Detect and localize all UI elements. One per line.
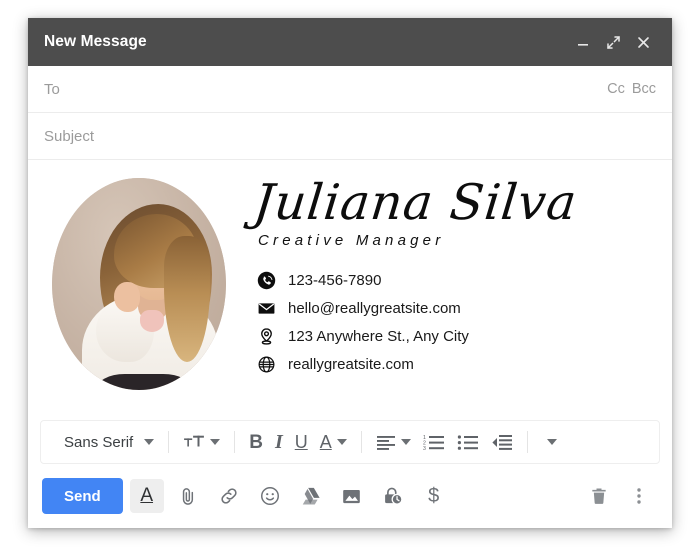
toolbar-divider bbox=[360, 431, 362, 453]
to-placeholder: To bbox=[44, 80, 60, 98]
toolbar-divider bbox=[168, 431, 170, 453]
chevron-down-icon bbox=[400, 439, 411, 445]
contact-row-phone: 123-456-7890 bbox=[257, 271, 656, 290]
google-drive-icon[interactable] bbox=[294, 479, 328, 513]
insert-signature-icon[interactable]: $ bbox=[417, 479, 451, 513]
globe-icon bbox=[257, 355, 276, 374]
contact-row-email: hello@reallygreatsite.com bbox=[257, 299, 656, 318]
more-options-icon[interactable] bbox=[622, 479, 656, 513]
phone-icon bbox=[257, 271, 276, 290]
send-button[interactable]: Send bbox=[42, 478, 123, 514]
font-family-label: Sans Serif bbox=[64, 433, 134, 451]
cc-bcc-group: Cc Bcc bbox=[607, 81, 656, 97]
insert-link-icon[interactable] bbox=[212, 479, 246, 513]
indent-less-button[interactable] bbox=[486, 427, 518, 457]
format-toolbar: Sans Serif B I U A 1 2 3 bbox=[40, 420, 660, 464]
location-pin-icon bbox=[257, 327, 276, 346]
align-button[interactable] bbox=[371, 427, 416, 457]
message-body[interactable]: Juliana Silva Creative Manager 123-456-7… bbox=[28, 160, 672, 420]
compose-window: New Message To Cc Bcc Subject Juliana Si… bbox=[28, 18, 672, 528]
contact-list: 123-456-7890 hello@reallygreatsite.com 1… bbox=[257, 271, 656, 374]
minimize-icon[interactable] bbox=[568, 27, 598, 57]
cc-button[interactable]: Cc bbox=[607, 81, 625, 97]
portrait-photo bbox=[52, 178, 226, 390]
toolbar-divider bbox=[526, 431, 528, 453]
signature-role: Creative Manager bbox=[258, 231, 445, 249]
chevron-down-icon bbox=[546, 439, 557, 445]
confidential-mode-icon[interactable] bbox=[376, 479, 410, 513]
italic-label: I bbox=[274, 431, 283, 453]
action-bar: Send A $ bbox=[28, 464, 672, 528]
underline-label: U bbox=[294, 432, 308, 452]
close-icon[interactable] bbox=[628, 27, 658, 57]
expand-icon[interactable] bbox=[598, 27, 628, 57]
subject-field-row[interactable]: Subject bbox=[28, 113, 672, 160]
text-color-label: A bbox=[319, 432, 332, 452]
contact-text-phone: 123-456-7890 bbox=[288, 271, 382, 289]
italic-button[interactable]: I bbox=[270, 427, 288, 457]
contact-text-website: reallygreatsite.com bbox=[288, 355, 414, 373]
contact-text-email: hello@reallygreatsite.com bbox=[288, 299, 461, 317]
bold-button[interactable]: B bbox=[244, 427, 268, 457]
bold-label: B bbox=[249, 431, 263, 453]
contact-row-website: reallygreatsite.com bbox=[257, 355, 656, 374]
discard-draft-icon[interactable] bbox=[582, 479, 616, 513]
svg-text:3: 3 bbox=[423, 446, 426, 451]
window-title: New Message bbox=[44, 33, 147, 50]
numbered-list-button[interactable]: 1 2 3 bbox=[418, 427, 450, 457]
subject-placeholder: Subject bbox=[44, 127, 95, 145]
chevron-down-icon bbox=[336, 439, 347, 445]
envelope-icon bbox=[257, 299, 276, 318]
insert-signature-label: $ bbox=[428, 484, 440, 507]
window-titlebar: New Message bbox=[28, 18, 672, 66]
formatting-options-icon[interactable]: A bbox=[129, 479, 164, 513]
toolbar-divider bbox=[234, 431, 236, 453]
more-format-button[interactable] bbox=[537, 427, 562, 457]
signature-block: Juliana Silva Creative Manager 123-456-7… bbox=[251, 174, 656, 374]
font-family-selector[interactable]: Sans Serif bbox=[51, 427, 159, 457]
insert-photo-icon[interactable] bbox=[335, 479, 369, 513]
attach-file-icon[interactable] bbox=[171, 479, 205, 513]
to-field-row[interactable]: To Cc Bcc bbox=[28, 66, 672, 113]
bulleted-list-button[interactable] bbox=[452, 427, 484, 457]
chevron-down-icon bbox=[210, 439, 221, 445]
contact-row-address: 123 Anywhere St., Any City bbox=[257, 327, 656, 346]
text-color-button[interactable]: A bbox=[315, 427, 352, 457]
formatting-options-label: A bbox=[140, 485, 154, 506]
contact-text-address: 123 Anywhere St., Any City bbox=[288, 327, 469, 345]
font-size-button[interactable] bbox=[178, 427, 225, 457]
insert-emoji-icon[interactable] bbox=[253, 479, 287, 513]
chevron-down-icon bbox=[144, 439, 155, 445]
underline-button[interactable]: U bbox=[290, 427, 313, 457]
signature-name: Juliana Silva bbox=[251, 174, 580, 231]
bcc-button[interactable]: Bcc bbox=[632, 81, 656, 97]
